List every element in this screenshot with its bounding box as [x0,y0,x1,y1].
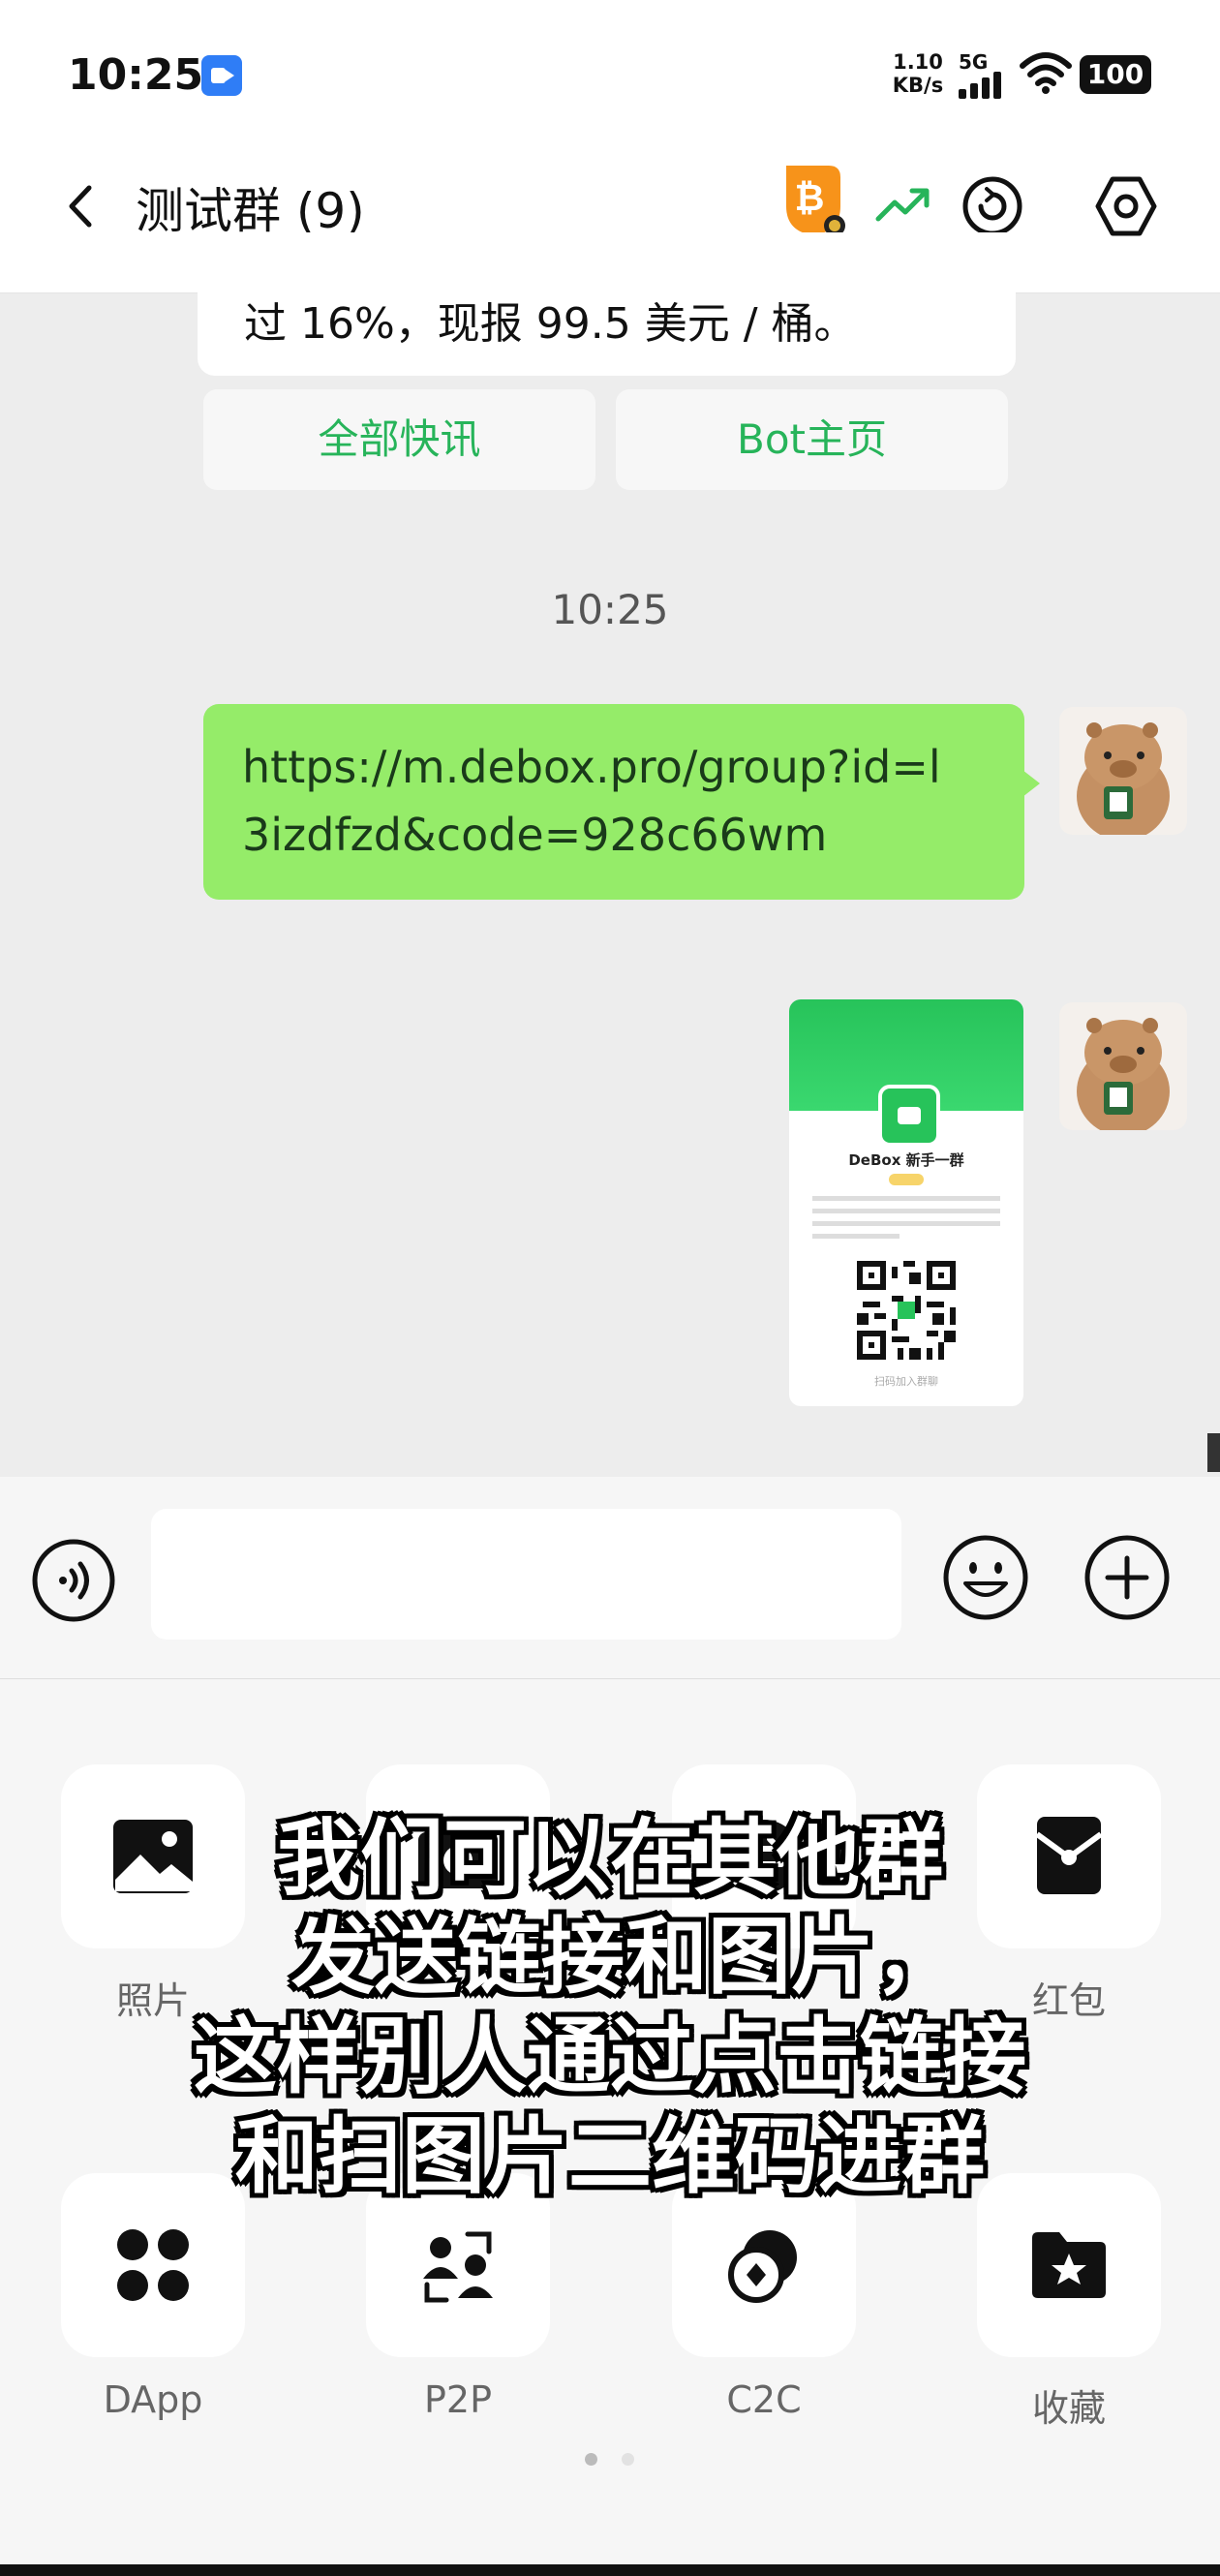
link-line-1[interactable]: https://m.debox.pro/group?id=l [242,741,941,793]
bitcoin-icon[interactable]: ₿ [780,160,846,237]
debox-logo-icon [878,1085,940,1147]
subtitle-line-4: 和扫图片二维码进群 [235,2108,985,2205]
screen-record-icon [201,55,242,96]
link-line-2[interactable]: 3izdfzd&code=928c66wm [242,809,827,861]
c2c-label: C2C [726,2378,802,2421]
svg-text:₿: ₿ [795,176,825,219]
bottom-edge [0,2564,1220,2576]
plus-icon[interactable] [1083,1533,1172,1622]
wifi-icon [1020,52,1072,94]
page-dot-active[interactable] [585,2453,597,2466]
p2p-label: P2P [423,2378,492,2421]
scrollbar[interactable] [1207,1433,1220,1472]
dapp-icon [117,2229,189,2301]
badge [889,1174,924,1185]
net-speed-value: 1.10 [893,50,943,74]
chevron-left-icon[interactable] [58,182,107,230]
all-news-button[interactable]: 全部快讯 [203,389,595,490]
qr-footer: 扫码加入群聊 [874,1375,938,1388]
avatar[interactable] [1059,707,1187,835]
net-speed-unit: KB/s [892,74,944,97]
sync-icon[interactable] [961,174,1024,238]
news-message-card: 过 16%，现报 99.5 美元 / 桶。 [198,232,1016,376]
avatar[interactable] [1059,1002,1187,1130]
settings-hexagon-icon[interactable] [1094,174,1158,238]
news-message-text: 过 16%，现报 99.5 美元 / 桶。 [244,299,857,349]
dapp-label: DApp [103,2378,203,2421]
favorites-label: 收藏 [1031,2387,1106,2430]
message-timestamp: 10:25 [551,586,669,633]
qr-code [857,1261,956,1360]
qr-group-name: DeBox 新手一群 [848,1151,964,1169]
voice-icon[interactable] [31,1538,116,1623]
emoji-icon[interactable] [941,1533,1030,1622]
page-dot[interactable] [622,2453,634,2466]
favorites-icon [1032,2232,1106,2298]
net-speed: 1.10 KB/s [889,50,947,97]
link-message-bubble[interactable]: https://m.debox.pro/group?id=l 3izdfzd&c… [203,704,1040,900]
signal-icon [959,70,1007,99]
qr-image-message[interactable]: DeBox 新手一群 扫码加入群聊 [789,999,1023,1406]
battery-indicator: 100 [1080,55,1151,94]
c2c-icon [728,2230,797,2303]
status-time: 10:25 [68,50,204,100]
bot-homepage-button[interactable]: Bot主页 [616,389,1008,490]
trend-up-icon[interactable] [875,182,931,227]
message-input[interactable] [151,1509,901,1640]
p2p-icon [423,2231,493,2303]
